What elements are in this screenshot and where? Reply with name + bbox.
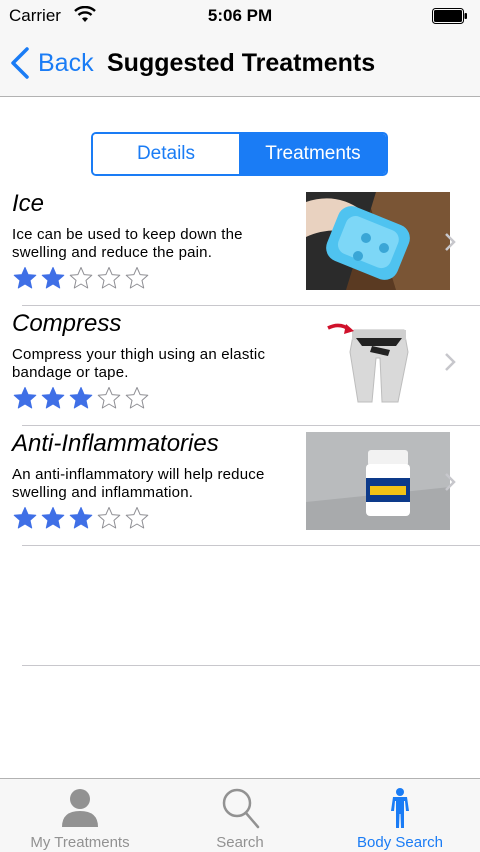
star-filled-icon — [13, 507, 37, 529]
treatment-description: Compress your thigh using an elastic ban… — [12, 346, 266, 381]
treatment-description: An anti-inflammatory will help reduce sw… — [12, 466, 265, 501]
treatment-title: Ice — [12, 190, 45, 217]
star-filled-icon — [41, 507, 65, 529]
segmented-control: Details Treatments — [91, 132, 388, 176]
chevron-right-icon — [445, 473, 456, 491]
treatment-row-compress[interactable]: Compress Compress your thigh using an el… — [0, 310, 480, 430]
ice-pack-image — [306, 192, 450, 290]
back-label: Back — [38, 48, 94, 77]
rating-stars — [13, 266, 153, 290]
row-separator — [22, 545, 480, 546]
star-filled-icon — [69, 387, 93, 409]
row-separator — [22, 665, 480, 666]
chevron-right-icon — [445, 353, 456, 371]
star-empty-icon — [97, 507, 121, 529]
star-filled-icon — [41, 387, 65, 409]
body-figure-icon — [391, 788, 409, 828]
treatment-title: Anti-Inflammatories — [12, 430, 219, 457]
star-empty-icon — [125, 267, 149, 289]
star-empty-icon — [97, 267, 121, 289]
star-filled-icon — [13, 387, 37, 409]
person-icon — [62, 789, 98, 827]
tab-label: Search — [216, 834, 264, 851]
star-filled-icon — [13, 267, 37, 289]
segment-treatments[interactable]: Treatments — [240, 134, 386, 174]
star-empty-icon — [97, 387, 121, 409]
star-filled-icon — [69, 507, 93, 529]
back-button[interactable]: Back — [10, 46, 94, 80]
tab-body-search[interactable]: Body Search — [320, 779, 480, 852]
star-filled-icon — [41, 267, 65, 289]
star-empty-icon — [125, 507, 149, 529]
battery-icon — [432, 8, 467, 24]
navigation-bar: Back Suggested Treatments — [0, 30, 480, 97]
star-empty-icon — [125, 387, 149, 409]
treatment-row-anti-inflammatories[interactable]: Anti-Inflammatories An anti-inflammatory… — [0, 430, 480, 550]
tab-search[interactable]: Search — [160, 779, 320, 852]
treatment-row-ice[interactable]: Ice Ice can be used to keep down the swe… — [0, 190, 480, 310]
rating-stars — [13, 386, 153, 410]
tab-my-treatments[interactable]: My Treatments — [0, 779, 160, 852]
row-separator — [22, 305, 480, 306]
pill-bottle-image — [306, 432, 450, 530]
rating-stars — [13, 506, 153, 530]
status-bar: Carrier 5:06 PM — [0, 0, 480, 30]
treatment-title: Compress — [12, 310, 122, 337]
star-empty-icon — [69, 267, 93, 289]
compress-bandage-image — [306, 312, 450, 410]
chevron-right-icon — [445, 233, 456, 251]
page-title: Suggested Treatments — [107, 49, 376, 77]
tab-label: Body Search — [357, 834, 443, 851]
clock: 5:06 PM — [207, 6, 273, 25]
treatment-description: Ice can be used to keep down the swellin… — [12, 226, 243, 261]
tab-bar: My Treatments Search Body Search — [0, 778, 480, 852]
tab-label: My Treatments — [30, 834, 130, 851]
segment-details[interactable]: Details — [93, 134, 240, 174]
magnifier-icon — [222, 788, 260, 829]
row-separator — [22, 425, 480, 426]
chevron-left-icon — [11, 47, 29, 79]
